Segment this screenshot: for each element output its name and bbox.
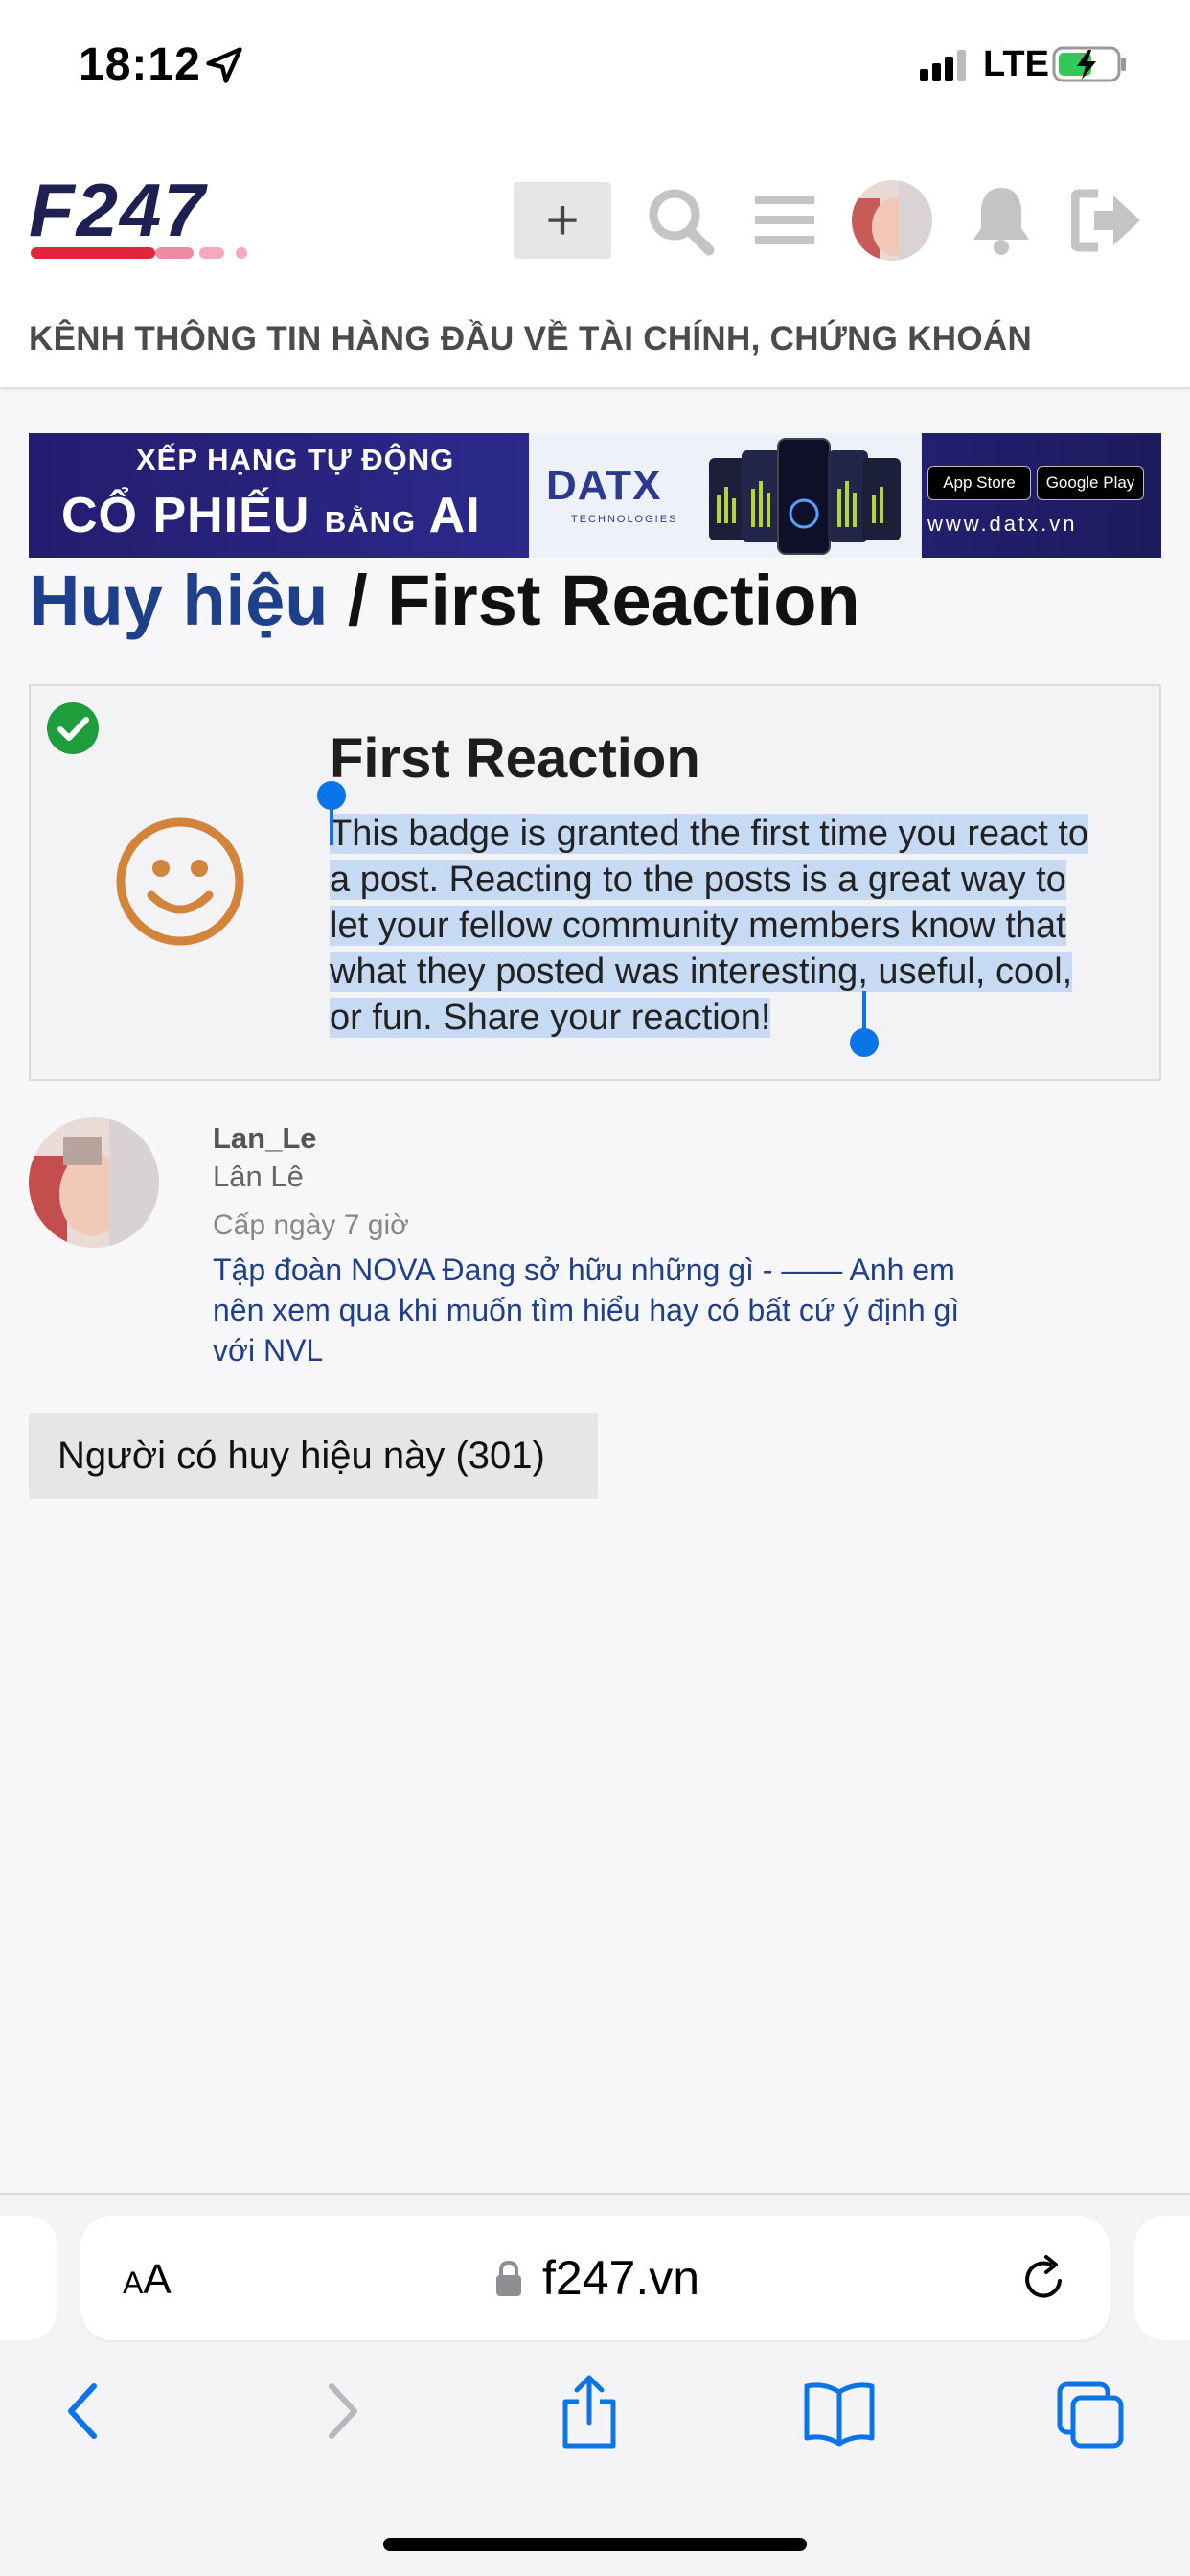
- badge-description: This badge is granted the first time you…: [330, 811, 1106, 1041]
- badge-title: First Reaction: [330, 727, 700, 790]
- google-play-badge[interactable]: Google Play: [1037, 466, 1144, 500]
- smiley-badge-icon: [116, 817, 244, 946]
- banner-brand-sub: TECHNOLOGIES: [571, 514, 678, 525]
- page-title-text: First Reaction: [387, 561, 860, 640]
- bookmarks-book-icon[interactable]: [801, 2371, 878, 2451]
- selection-start-handle[interactable]: [314, 780, 349, 847]
- banner-line2-ai: AI: [428, 488, 481, 543]
- banner-line2-small: BẰNG: [324, 505, 417, 539]
- f247-logo[interactable]: F247: [29, 176, 316, 272]
- previous-tab-pill[interactable]: [0, 2216, 57, 2340]
- signal-bars-icon: [920, 50, 966, 80]
- hamburger-menu-icon[interactable]: [753, 182, 816, 259]
- phones-illustration: [709, 438, 901, 555]
- home-indicator: [383, 2538, 807, 2551]
- next-tab-pill[interactable]: [1134, 2216, 1190, 2340]
- search-icon[interactable]: [644, 182, 717, 259]
- status-time: 18:12: [79, 39, 201, 90]
- battery-charging-icon: [1052, 46, 1126, 82]
- banner-line2: CỔ PHIẾU BẰNG AI: [61, 487, 481, 544]
- page-title: Huy hiệu / First Reaction: [29, 560, 860, 641]
- aa-small: A: [123, 2266, 144, 2300]
- network-type: LTE: [983, 44, 1049, 84]
- site-header: F247 + KÊNH THÔNG TIN HÀNG ĐẦU VỀ TÀI CH…: [0, 134, 1190, 389]
- svg-text:F247: F247: [29, 176, 208, 252]
- selection-end-handle[interactable]: [847, 991, 881, 1060]
- breadcrumb-separator: /: [328, 561, 388, 640]
- site-tagline: KÊNH THÔNG TIN HÀNG ĐẦU VỀ TÀI CHÍNH, CH…: [29, 320, 1033, 357]
- address-domain: f247.vn: [542, 2251, 700, 2305]
- reload-icon[interactable]: [1018, 2252, 1071, 2306]
- forward-chevron-icon[interactable]: [312, 2371, 370, 2451]
- datx-banner-ad[interactable]: XẾP HẠNG TỰ ĐỘNG CỔ PHIẾU BẰNG AI DATX T…: [29, 433, 1161, 558]
- badge-card: First Reaction This badge is granted the…: [29, 684, 1161, 1081]
- lock-icon: [496, 2260, 521, 2296]
- back-chevron-icon[interactable]: [56, 2371, 113, 2451]
- banner-line2-main: CỔ PHIẾU: [61, 488, 310, 543]
- banner-url: www.datx.vn: [927, 512, 1078, 536]
- selected-text: This badge is granted the first time you…: [330, 814, 1089, 1038]
- badge-holders-button[interactable]: Người có huy hiệu này (301): [29, 1413, 598, 1499]
- breadcrumb-badges-link[interactable]: Huy hiệu: [29, 561, 328, 640]
- avatar-image: [852, 180, 932, 261]
- avatar-image: [29, 1117, 159, 1248]
- granted-post-link[interactable]: Tập đoàn NOVA Đang sở hữu những gì - —— …: [213, 1250, 998, 1370]
- location-arrow-icon: [206, 47, 242, 83]
- banner-brand: DATX: [546, 462, 662, 509]
- grantee-username[interactable]: Lan_Le: [213, 1121, 317, 1156]
- logout-icon[interactable]: [1071, 182, 1144, 259]
- app-store-badge[interactable]: App Store: [927, 466, 1031, 500]
- user-avatar[interactable]: [851, 180, 933, 261]
- granted-date: Cấp ngày 7 giờ: [213, 1209, 409, 1241]
- notification-bell-icon[interactable]: [968, 182, 1035, 259]
- share-icon[interactable]: [556, 2371, 623, 2451]
- grantee-real-name: Lân Lê: [213, 1160, 304, 1193]
- new-topic-button[interactable]: +: [514, 182, 611, 259]
- tabs-icon[interactable]: [1054, 2371, 1127, 2451]
- banner-line1: XẾP HẠNG TỰ ĐỘNG: [136, 443, 455, 476]
- granted-check-icon: [47, 702, 99, 754]
- reader-aa-button[interactable]: AA: [123, 2256, 172, 2304]
- status-bar: 18:12 LTE: [0, 0, 1190, 134]
- grantee-avatar[interactable]: [29, 1117, 159, 1248]
